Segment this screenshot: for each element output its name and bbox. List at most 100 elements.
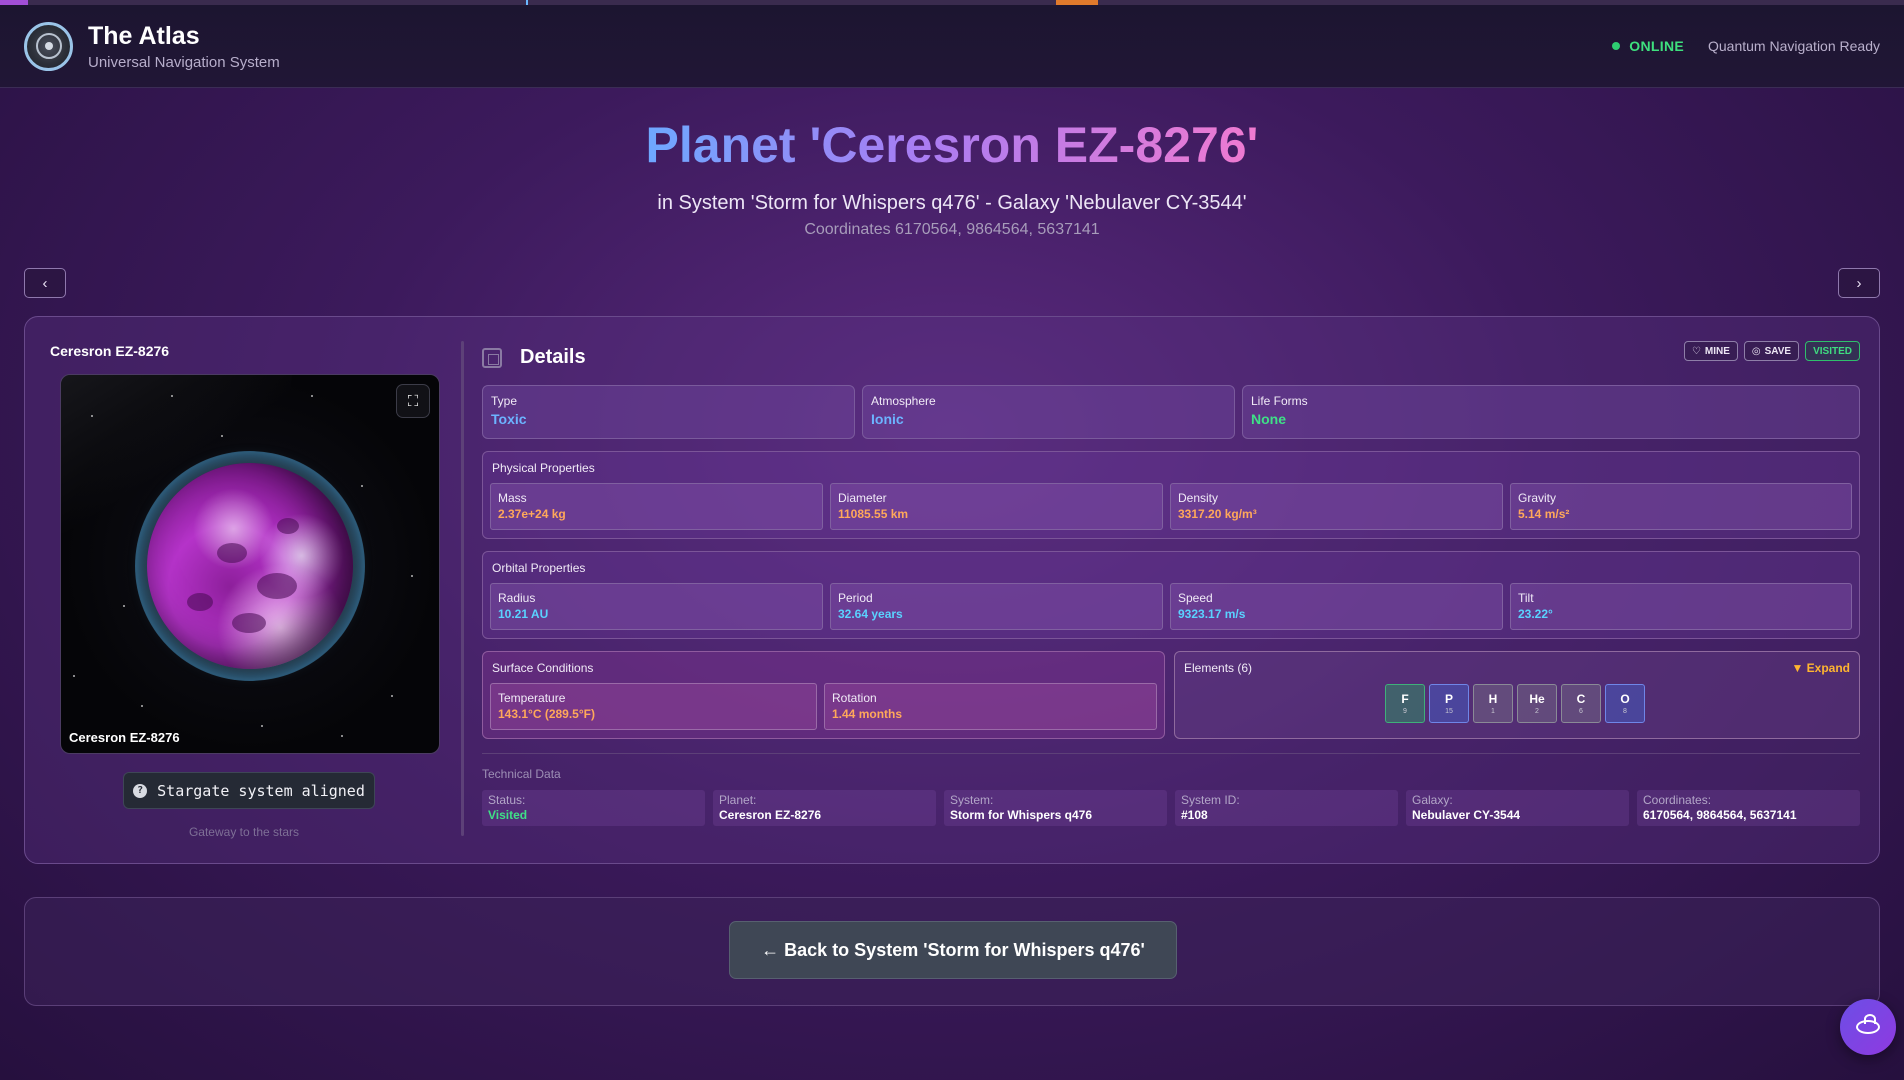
radius-label: Radius	[498, 591, 536, 605]
column-divider	[461, 341, 464, 836]
atmosphere-label: Atmosphere	[871, 394, 936, 408]
page-title: Planet 'Ceresron EZ-8276'	[645, 117, 1259, 173]
stargate-button[interactable]: ? Stargate system aligned	[123, 772, 375, 809]
elements-title: Elements (6)	[1184, 661, 1253, 675]
period-cell: Period 32.64 years	[830, 583, 1163, 630]
element-number: 15	[1445, 708, 1453, 715]
planet-card: Ceresron EZ-8276 ⛶ Ceresron EZ-8276 ? St…	[24, 316, 1880, 864]
gravity-cell: Gravity 5.14 m/s²	[1510, 483, 1852, 530]
tech-value: Visited	[488, 808, 528, 822]
element-symbol: C	[1576, 692, 1586, 706]
stargate-label: Stargate system aligned	[157, 781, 365, 800]
diameter-value: 11085.55 km	[838, 507, 909, 521]
help-circle-icon: ?	[133, 783, 148, 798]
orbital-properties-title: Orbital Properties	[492, 561, 586, 575]
mass-value: 2.37e+24 kg	[498, 507, 566, 521]
period-value: 32.64 years	[838, 607, 903, 621]
visited-badge[interactable]: VISITED	[1805, 341, 1860, 361]
type-card: Type Toxic	[482, 385, 855, 439]
technical-data-row: Status: Visited Planet: Ceresron EZ-8276…	[482, 790, 1860, 826]
tech-planet: Planet: Ceresron EZ-8276	[713, 790, 936, 826]
tech-value: Nebulaver CY-3544	[1412, 808, 1521, 822]
radius-value: 10.21 AU	[498, 607, 549, 621]
tech-galaxy: Galaxy: Nebulaver CY-3544	[1406, 790, 1629, 826]
save-label: SAVE	[1764, 345, 1792, 357]
temperature-label: Temperature	[498, 691, 566, 705]
connection-status: ONLINE Quantum Navigation Ready	[1612, 38, 1880, 54]
page-subtitle: in System 'Storm for Whispers q476' - Ga…	[657, 192, 1247, 214]
prev-planet-button[interactable]: ‹	[24, 268, 66, 298]
speed-cell: Speed 9323.17 m/s	[1170, 583, 1503, 630]
back-navigation-card: ← Back to System 'Storm for Whispers q47…	[24, 897, 1880, 1006]
tech-status: Status: Visited	[482, 790, 705, 826]
save-button[interactable]: ◎ SAVE	[1743, 341, 1800, 361]
tech-system-id: System ID: #108	[1175, 790, 1398, 826]
element-symbol: P	[1444, 692, 1453, 706]
temperature-cell: Temperature 143.1°C (289.5°F)	[490, 683, 817, 730]
density-label: Density	[1178, 491, 1219, 505]
mine-label: MINE	[1704, 345, 1730, 357]
element-symbol: F	[1401, 692, 1409, 706]
element-number: 1	[1491, 708, 1495, 715]
rotation-label: Rotation	[832, 691, 877, 705]
heart-icon: ♡	[1691, 345, 1701, 357]
elements-list: F9 P 15 H1 He 2 C6 O8	[1385, 684, 1645, 723]
element-tile[interactable]: O8	[1605, 684, 1645, 723]
element-symbol: He	[1529, 692, 1545, 706]
location-pin-icon: ◎	[1751, 345, 1761, 357]
planet-actions: ♡ MINE ◎ SAVE VISITED	[1683, 341, 1860, 361]
density-value: 3317.20 kg/m³	[1178, 507, 1257, 521]
element-tile[interactable]: C6	[1561, 684, 1601, 723]
chevron-left-icon: ‹	[42, 274, 48, 292]
fullscreen-button[interactable]: ⛶	[396, 384, 430, 418]
planet-3d-view[interactable]: ⛶ Ceresron EZ-8276	[60, 374, 440, 754]
assistant-fab-button[interactable]	[1840, 999, 1896, 1055]
element-tile[interactable]: P 15	[1429, 684, 1469, 723]
planet-sphere	[147, 463, 353, 669]
tech-label: Coordinates:	[1643, 793, 1712, 807]
life-forms-value: None	[1251, 411, 1286, 427]
atmosphere-value: Ionic	[871, 411, 904, 427]
app-title: The Atlas	[88, 21, 200, 50]
physical-properties-title: Physical Properties	[492, 461, 595, 475]
mine-button[interactable]: ♡ MINE	[1683, 341, 1738, 361]
element-tile[interactable]: F9	[1385, 684, 1425, 723]
chevron-right-icon: ›	[1856, 274, 1862, 292]
status-online-label: ONLINE	[1629, 38, 1684, 54]
planet-name-label: Ceresron EZ-8276	[50, 343, 170, 359]
back-to-system-button[interactable]: ← Back to System 'Storm for Whispers q47…	[729, 921, 1177, 979]
atmosphere-card: Atmosphere Ionic	[862, 385, 1235, 439]
diameter-cell: Diameter 11085.55 km	[830, 483, 1163, 530]
temperature-value: 143.1°C (289.5°F)	[498, 707, 595, 721]
brand: The Atlas Universal Navigation System	[88, 22, 280, 71]
tech-value: 6170564, 9864564, 5637141	[1643, 808, 1797, 822]
element-number: 8	[1623, 708, 1627, 715]
surface-conditions-title: Surface Conditions	[492, 661, 594, 675]
technical-data-title: Technical Data	[482, 767, 561, 781]
details-header: Details	[482, 346, 586, 369]
hero: Planet 'Ceresron EZ-8276' in System 'Sto…	[0, 115, 1904, 239]
tech-coordinates: Coordinates: 6170564, 9864564, 5637141	[1637, 790, 1860, 826]
planet-preview-panel: Ceresron EZ-8276 ⛶ Ceresron EZ-8276 ? St…	[25, 317, 463, 863]
type-label: Type	[491, 394, 518, 408]
element-symbol: H	[1488, 692, 1498, 706]
rotation-value: 1.44 months	[832, 707, 903, 721]
elements-expand-toggle[interactable]: ▼ Expand	[1791, 661, 1850, 675]
life-forms-label: Life Forms	[1251, 394, 1308, 408]
tilt-value: 23.22°	[1518, 607, 1553, 621]
atlas-logo[interactable]	[24, 21, 73, 71]
mass-label: Mass	[498, 491, 527, 505]
tech-system: System: Storm for Whispers q476	[944, 790, 1167, 826]
elements-group: Elements (6) ▼ Expand F9 P 15 H1 He 2 C6 O…	[1174, 651, 1860, 739]
element-tile[interactable]: H1	[1473, 684, 1513, 723]
life-forms-card: Life Forms None	[1242, 385, 1860, 439]
expand-icon: ⛶	[407, 392, 419, 410]
app-subtitle: Universal Navigation System	[88, 53, 280, 71]
section-divider	[482, 753, 1860, 754]
status-dot-icon	[1612, 42, 1621, 50]
element-tile[interactable]: He 2	[1517, 684, 1557, 723]
status-text: Quantum Navigation Ready	[1708, 38, 1880, 54]
period-label: Period	[838, 591, 873, 605]
speed-value: 9323.17 m/s	[1178, 607, 1246, 621]
next-planet-button[interactable]: ›	[1838, 268, 1880, 298]
